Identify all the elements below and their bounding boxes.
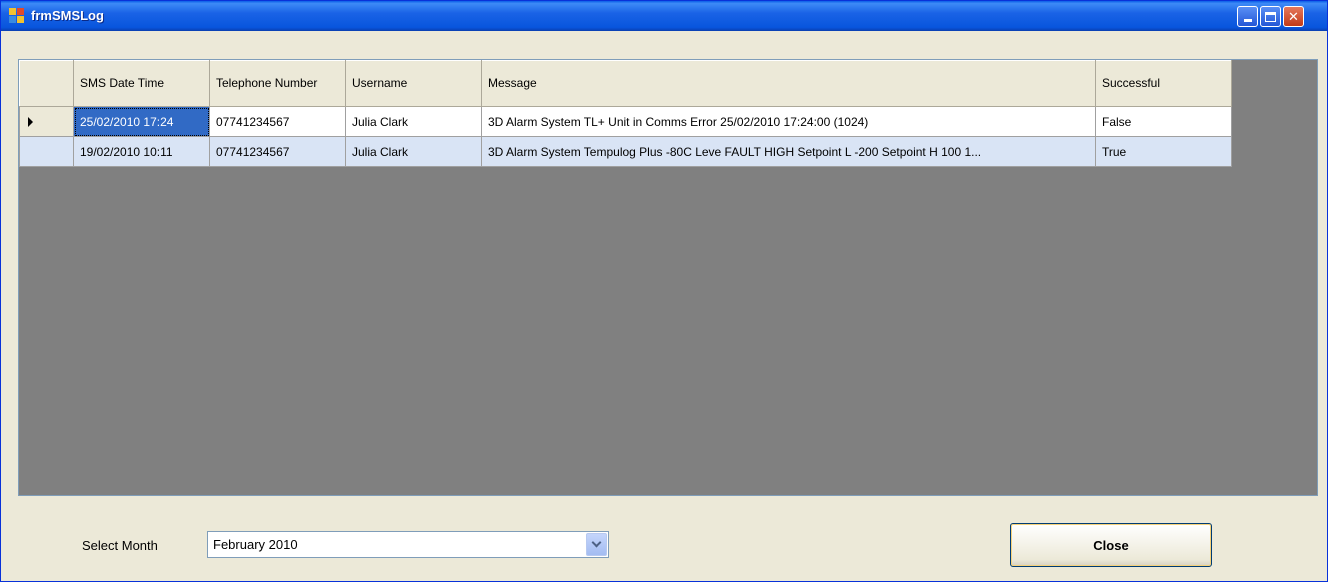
cell-message[interactable]: 3D Alarm System TL+ Unit in Comms Error … — [481, 106, 1096, 137]
cell-date-time[interactable]: 19/02/2010 10:11 — [73, 136, 210, 167]
maximize-button[interactable] — [1260, 6, 1281, 27]
table-row[interactable]: 25/02/2010 17:24 07741234567 Julia Clark… — [19, 106, 1232, 137]
sms-log-table: SMS Date Time Telephone Number Username … — [19, 60, 1232, 167]
dropdown-button[interactable] — [586, 533, 607, 556]
close-window-button[interactable]: ✕ — [1283, 6, 1304, 27]
column-header-username[interactable]: Username — [345, 60, 482, 107]
cell-successful[interactable]: False — [1095, 106, 1232, 137]
column-header-message[interactable]: Message — [481, 60, 1096, 107]
cell-date-time[interactable]: 25/02/2010 17:24 — [73, 106, 210, 137]
close-button[interactable]: Close — [1010, 523, 1212, 567]
maximize-icon — [1265, 11, 1276, 22]
cell-username[interactable]: Julia Clark — [345, 106, 482, 137]
row-header[interactable] — [19, 136, 74, 167]
chevron-down-icon — [591, 537, 602, 548]
cell-telephone[interactable]: 07741234567 — [209, 106, 346, 137]
window-title: frmSMSLog — [31, 8, 104, 23]
column-header-successful[interactable]: Successful — [1095, 60, 1232, 107]
column-header-telephone[interactable]: Telephone Number — [209, 60, 346, 107]
minimize-icon — [1243, 19, 1252, 22]
select-month-label: Select Month — [82, 538, 158, 553]
cell-telephone[interactable]: 07741234567 — [209, 136, 346, 167]
corner-header[interactable] — [19, 60, 74, 107]
row-header[interactable] — [19, 106, 74, 137]
current-row-icon — [28, 117, 33, 127]
close-icon: ✕ — [1288, 8, 1299, 24]
cell-username[interactable]: Julia Clark — [345, 136, 482, 167]
month-select-value: February 2010 — [213, 537, 298, 552]
cell-message[interactable]: 3D Alarm System Tempulog Plus -80C Leve … — [481, 136, 1096, 167]
minimize-button[interactable] — [1237, 6, 1258, 27]
sms-log-window: frmSMSLog ✕ SMS Date Time Telephone Numb… — [0, 0, 1328, 582]
app-icon — [9, 8, 25, 24]
table-row[interactable]: 19/02/2010 10:11 07741234567 Julia Clark… — [19, 136, 1232, 167]
sms-log-grid[interactable]: SMS Date Time Telephone Number Username … — [18, 59, 1318, 496]
month-select[interactable]: February 2010 — [207, 531, 609, 558]
header-row: SMS Date Time Telephone Number Username … — [19, 60, 1232, 107]
title-bar[interactable]: frmSMSLog ✕ — [1, 1, 1327, 31]
column-header-date-time[interactable]: SMS Date Time — [73, 60, 210, 107]
cell-successful[interactable]: True — [1095, 136, 1232, 167]
